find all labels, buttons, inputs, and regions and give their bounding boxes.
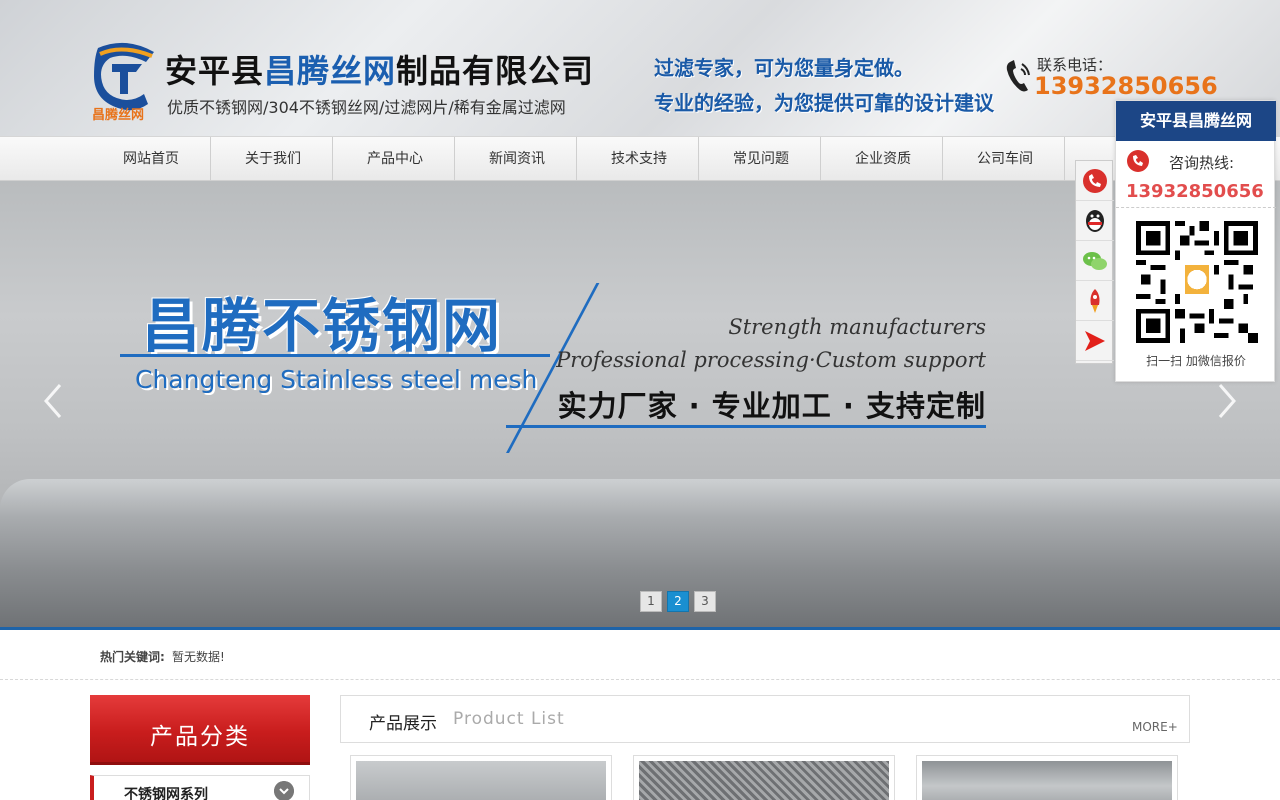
company-name-pre: 安平县 — [165, 52, 265, 90]
float-phone-button[interactable] — [1076, 161, 1114, 201]
product-thumbnail[interactable] — [633, 755, 895, 800]
product-image — [922, 761, 1172, 800]
float-icon-strip — [1075, 160, 1114, 364]
company-name-highlight: 昌腾丝网 — [264, 52, 397, 90]
banner-next-arrow-icon[interactable] — [1212, 381, 1242, 421]
product-image — [356, 761, 606, 800]
nav-divider — [454, 137, 455, 181]
nav-divider — [820, 137, 821, 181]
banner-bottom-line — [506, 425, 986, 428]
product-list-header: 产品展示 Product List MORE+ — [340, 695, 1190, 743]
nav-item-faq[interactable]: 常见问题 — [700, 137, 822, 181]
nav-item-news[interactable]: 新闻资讯 — [456, 137, 578, 181]
nav-divider — [332, 137, 333, 181]
nav-item-workshop[interactable]: 公司车间 — [944, 137, 1066, 181]
banner-dot[interactable]: 3 — [694, 591, 716, 612]
nav-item-qualifications[interactable]: 企业资质 — [822, 137, 944, 181]
nav-item-products[interactable]: 产品中心 — [334, 137, 456, 181]
logo-subtitle: 昌腾丝网 — [92, 108, 145, 123]
slogan-line-2: 专业的经验，为您提供可靠的设计建议 — [654, 91, 994, 115]
phone-icon — [1006, 60, 1030, 92]
product-list-title: 产品展示 — [369, 714, 437, 734]
more-link[interactable]: MORE+ — [1132, 720, 1178, 734]
slogan-line-1: 过滤专家，可为您量身定做。 — [654, 56, 914, 80]
contact-number: 13932850656 — [1034, 72, 1218, 100]
float-qq-button[interactable] — [1076, 201, 1114, 241]
product-list-title-en: Product List — [453, 709, 565, 729]
float-top-button[interactable] — [1076, 281, 1114, 321]
site-header: 昌腾丝网 安平县昌腾丝网制品有限公司 优质不锈钢网/304不锈钢丝网/过滤网片/… — [0, 0, 1280, 136]
hotline-phone-icon — [1127, 150, 1149, 172]
company-name: 安平县昌腾丝网制品有限公司 — [165, 46, 594, 92]
nav-divider — [576, 137, 577, 181]
float-wechat-button[interactable] — [1076, 241, 1114, 281]
category-header: 产品分类 — [90, 695, 310, 765]
category-item-stainless-mesh[interactable]: 不锈钢网系列 — [90, 775, 310, 800]
nav-divider — [210, 137, 211, 181]
banner-underline — [120, 354, 550, 357]
nav-item-home[interactable]: 网站首页 — [90, 137, 212, 181]
nav-divider — [942, 137, 943, 181]
hot-keywords-bar: 热门关键词: 暂无数据! — [0, 630, 1280, 680]
phone-icon — [1083, 169, 1107, 193]
chevron-down-icon[interactable] — [274, 781, 294, 800]
banner-title-cn: 昌腾不锈钢网 — [142, 292, 503, 360]
float-contact-panel: 安平县昌腾丝网 咨询热线: 13932850656 扫一扫 加微信报价 — [1115, 100, 1276, 382]
banner-dot-active[interactable]: 2 — [667, 591, 689, 612]
hot-keywords-label: 热门关键词: — [100, 650, 165, 664]
wechat-icon — [1083, 252, 1107, 270]
nav-divider — [1064, 137, 1065, 181]
arrow-right-icon — [1085, 331, 1105, 351]
qr-caption: 扫一扫 加微信报价 — [1146, 354, 1246, 368]
banner-dot[interactable]: 1 — [640, 591, 662, 612]
product-image — [639, 761, 889, 800]
banner-subtitle-1: Strength manufacturers — [728, 315, 986, 339]
hotline-label: 咨询热线: — [1169, 154, 1235, 172]
float-collapse-button[interactable] — [1076, 321, 1114, 361]
company-name-post: 制品有限公司 — [396, 52, 595, 90]
product-thumbnail[interactable] — [350, 755, 612, 800]
banner-prev-arrow-icon[interactable] — [38, 381, 68, 421]
float-panel-title: 安平县昌腾丝网 — [1116, 101, 1276, 141]
panel-divider — [1116, 207, 1276, 208]
banner-subtitle-2: Professional processing·Custom support — [556, 348, 986, 372]
hotline-number: 13932850656 — [1126, 181, 1264, 202]
rocket-icon — [1090, 289, 1100, 313]
product-thumbnail[interactable] — [916, 755, 1178, 800]
nav-item-tech-support[interactable]: 技术支持 — [578, 137, 700, 181]
hot-keywords-value: 暂无数据! — [172, 650, 225, 664]
category-item-label: 不锈钢网系列 — [124, 787, 208, 800]
category-title: 产品分类 — [150, 724, 250, 750]
banner-title-en: Changteng Stainless steel mesh — [135, 365, 538, 394]
nav-divider — [698, 137, 699, 181]
qr-code-icon — [1136, 221, 1258, 343]
company-tagline: 优质不锈钢网/304不锈钢丝网/过滤网片/稀有金属过滤网 — [167, 98, 566, 117]
qq-icon — [1086, 210, 1104, 232]
banner-subtitle-cn: 实力厂家 · 专业加工 · 支持定制 — [557, 389, 986, 423]
nav-item-about[interactable]: 关于我们 — [212, 137, 334, 181]
